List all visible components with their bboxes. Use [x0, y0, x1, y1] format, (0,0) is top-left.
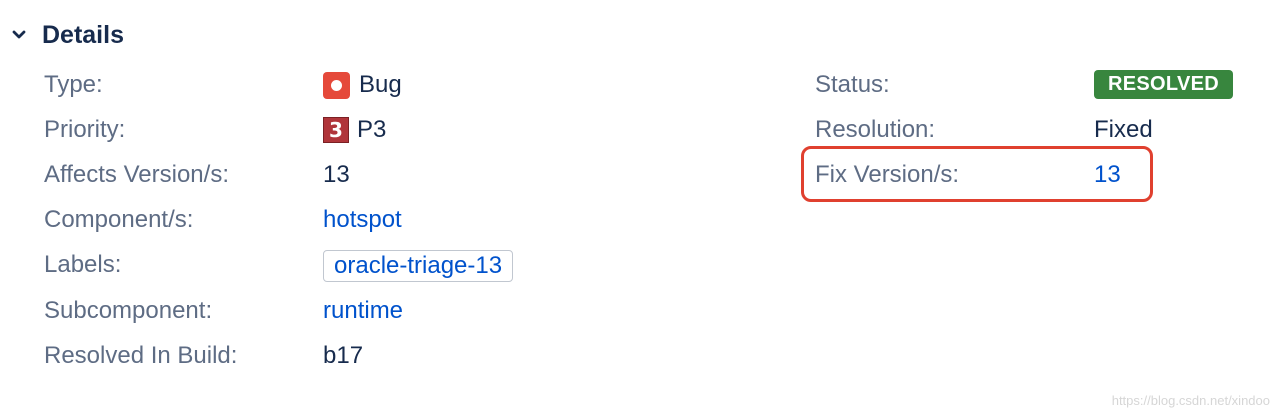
labels-label: Labels: [44, 251, 122, 278]
priority-icon: 3 [323, 117, 349, 143]
subcomponent-label: Subcomponent: [44, 297, 213, 324]
type-label: Type: [44, 71, 103, 98]
bug-icon [323, 71, 350, 99]
watermark: https://blog.csdn.net/xindoo [1111, 393, 1270, 408]
resolved-in-build-value: b17 [323, 342, 364, 369]
subcomponent-link[interactable]: runtime [323, 296, 403, 326]
resolution-value: Fixed [1094, 116, 1153, 143]
priority-value-text: P3 [357, 116, 387, 143]
component-link[interactable]: hotspot [323, 205, 402, 235]
affects-version-label: Affects Version/s: [44, 161, 229, 188]
status-badge: RESOLVED [1094, 70, 1233, 99]
resolution-label: Resolution: [815, 116, 936, 143]
component-value: hotspot [323, 205, 402, 235]
fix-version-label: Fix Version/s: [815, 161, 960, 188]
type-value: Bug [323, 70, 402, 100]
priority-label: Priority: [44, 116, 126, 143]
type-value-text: Bug [359, 71, 402, 98]
label-tag[interactable]: oracle-triage-13 [323, 250, 514, 282]
status-label: Status: [815, 71, 890, 98]
section-title: Details [42, 20, 124, 49]
subcomponent-value: runtime [323, 296, 403, 326]
labels-value: oracle-triage-13 [323, 250, 514, 282]
resolved-in-build-label: Resolved In Build: [44, 342, 238, 369]
affects-version-value: 13 [323, 161, 350, 188]
fix-version-link[interactable]: 13 [1094, 160, 1121, 190]
chevron-down-icon[interactable] [8, 24, 30, 46]
details-section-header[interactable]: Details [8, 18, 124, 52]
fix-version-value: 13 [1094, 160, 1121, 190]
priority-value: 3 P3 [323, 115, 386, 145]
component-label: Component/s: [44, 206, 194, 233]
